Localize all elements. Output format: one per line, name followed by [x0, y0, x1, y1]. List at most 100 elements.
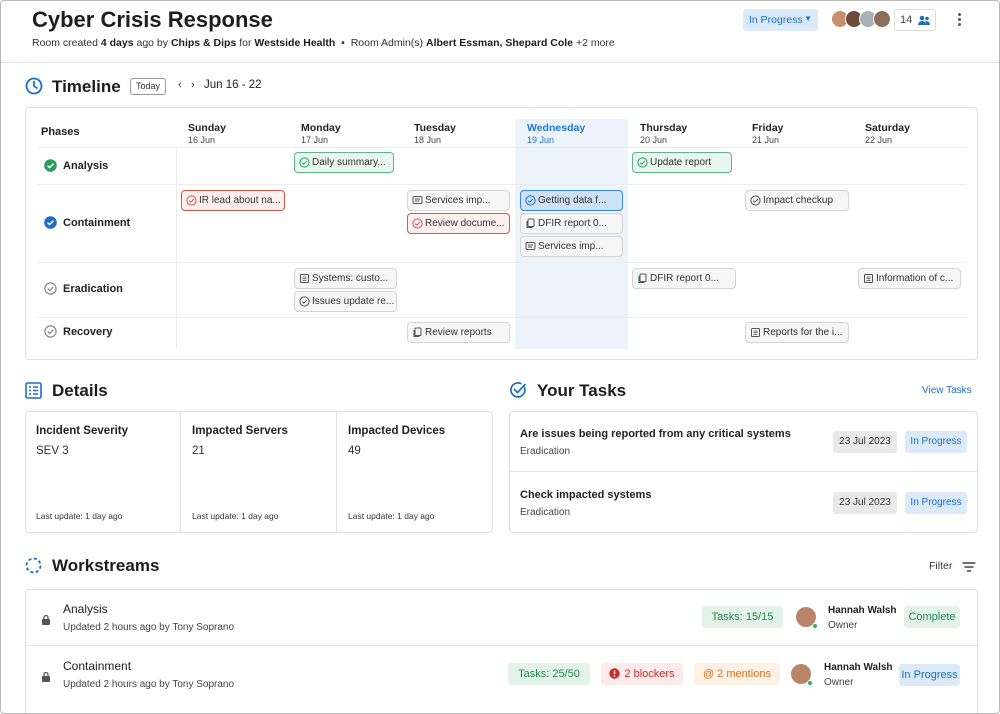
timeline-event[interactable]: Services imp... [520, 236, 623, 257]
admins-label: Room Admin(s) [350, 37, 424, 49]
day-header-friday: Friday 21 Jun [752, 122, 784, 145]
tasks-count-badge[interactable]: Tasks: 15/15 [702, 606, 783, 628]
blockers-badge[interactable]: 2 blockers [601, 663, 683, 685]
room-status-dropdown[interactable]: In Progress ▼ [743, 9, 818, 31]
tasks-title: Your Tasks [537, 381, 627, 400]
task-due-date: 23 Jul 2023 [833, 431, 897, 453]
workstream-status-badge[interactable]: Complete [904, 606, 960, 628]
owner-role: Owner [828, 620, 858, 631]
owner-name: Hannah Walsh [828, 605, 897, 616]
task-check-icon [186, 195, 197, 209]
details-list-icon [25, 382, 42, 404]
filter-icon[interactable] [962, 560, 976, 578]
task-status-badge[interactable]: In Progress [905, 492, 967, 514]
day-header-tuesday: Tuesday 18 Jun [414, 122, 456, 145]
view-tasks-link[interactable]: View Tasks [922, 385, 972, 396]
timeline-event[interactable]: IR lead about na... [181, 190, 285, 211]
timeline-event[interactable]: Review reports [407, 322, 510, 343]
task-due-date: 23 Jul 2023 [833, 492, 897, 514]
detail-updated: Last update: 1 day ago [192, 511, 279, 521]
day-header-saturday: Saturday 22 Jun [865, 122, 910, 145]
workstreams-progress-icon [25, 557, 42, 579]
for-label: for [239, 37, 252, 49]
task-status-badge[interactable]: In Progress [905, 431, 967, 453]
next-week-button[interactable]: › [191, 79, 195, 91]
created-age: 4 days [100, 37, 134, 49]
timeline-event[interactable]: Systems: custo... [294, 268, 397, 289]
timeline-event[interactable]: DFIR report 0... [520, 213, 623, 234]
detail-value: SEV 3 [36, 445, 69, 457]
timeline-event[interactable]: Daily summary... [294, 152, 394, 173]
tasks-count-badge[interactable]: Tasks: 25/50 [508, 663, 590, 685]
timeline-event[interactable]: Review docume... [407, 213, 510, 234]
member-avatars[interactable] [831, 10, 891, 30]
tasks-check-icon [509, 381, 527, 404]
day-header-monday: Monday 17 Jun [301, 122, 341, 145]
app-window: Cyber Crisis Response Room created 4 day… [0, 0, 1000, 714]
row-divider [26, 645, 977, 646]
list-icon [750, 327, 761, 341]
document-copy-icon [525, 218, 536, 232]
timeline-title: Timeline [52, 77, 121, 96]
timeline-event[interactable]: Issues update re... [294, 291, 397, 312]
task-title[interactable]: Are issues being reported from any criti… [520, 428, 791, 440]
today-button[interactable]: Today [130, 78, 166, 95]
timeline-event[interactable]: Getting data f... [520, 190, 623, 211]
workstream-updated: Updated 2 hours ago by Tony Soprano [63, 622, 235, 633]
current-day-highlight [515, 119, 628, 349]
task-check-icon [750, 195, 761, 209]
day-header-sunday: Sunday 16 Jun [188, 122, 226, 145]
task-phase: Eradication [520, 446, 571, 457]
workstreams-title: Workstreams [52, 556, 160, 575]
client-name: Westside Health [254, 37, 336, 49]
avatar [873, 10, 891, 28]
page-title: Cyber Crisis Response [32, 7, 273, 32]
check-circle-outline-icon [44, 325, 57, 341]
room-header: Cyber Crisis Response Room created 4 day… [1, 1, 999, 63]
alert-icon [609, 668, 621, 682]
column-divider [336, 412, 337, 532]
timeline-event[interactable]: Services imp... [407, 190, 510, 211]
check-circle-filled-icon [44, 159, 57, 175]
task-title[interactable]: Check impacted systems [520, 489, 651, 501]
meta-separator: • [341, 37, 345, 49]
owner-name: Hannah Walsh [824, 662, 893, 673]
row-divider [510, 471, 977, 472]
admins-names[interactable]: Albert Essman, Shepard Cole [426, 37, 573, 49]
people-icon [917, 14, 931, 29]
workstream-status-badge[interactable]: In Progress [899, 664, 960, 686]
timeline-event[interactable]: Information of c... [858, 268, 961, 289]
mentions-badge[interactable]: @2 mentions [694, 663, 780, 685]
lock-icon [41, 612, 51, 630]
created-label: Room created [32, 37, 98, 49]
timeline-event[interactable]: Update report [632, 152, 732, 173]
document-copy-icon [637, 273, 648, 287]
org-name: Chips & Dips [170, 37, 237, 49]
member-count-button[interactable]: 14 [894, 9, 936, 31]
task-check-icon [637, 157, 648, 171]
lock-icon [41, 669, 51, 687]
workstream-name[interactable]: Containment [63, 659, 131, 673]
clock-icon [25, 77, 43, 100]
member-count-value: 14 [900, 14, 913, 26]
phases-header: Phases [41, 126, 80, 138]
message-icon [525, 241, 536, 255]
document-copy-icon [412, 327, 423, 341]
timeline-event[interactable]: Impact checkup [745, 190, 849, 211]
detail-value: 21 [192, 445, 205, 457]
prev-week-button[interactable]: ‹ [178, 79, 182, 91]
timeline-event[interactable]: Reports for the i... [745, 322, 849, 343]
list-icon [299, 273, 310, 287]
filter-button[interactable]: Filter [929, 560, 952, 572]
task-check-icon [299, 296, 310, 310]
workstream-name[interactable]: Analysis [63, 602, 108, 616]
task-check-icon [299, 157, 310, 171]
more-options-icon[interactable] [952, 11, 966, 29]
detail-updated: Last update: 1 day ago [36, 511, 123, 521]
admins-more[interactable]: +2 more [576, 37, 615, 49]
timeline-event[interactable]: DFIR report 0... [632, 268, 736, 289]
check-circle-filled-icon [44, 216, 57, 232]
column-divider [176, 147, 177, 349]
day-header-wednesday: Wednesday 19 Jun [527, 122, 586, 145]
workstream-updated: Updated 2 hours ago by Tony Soprano [63, 679, 235, 690]
